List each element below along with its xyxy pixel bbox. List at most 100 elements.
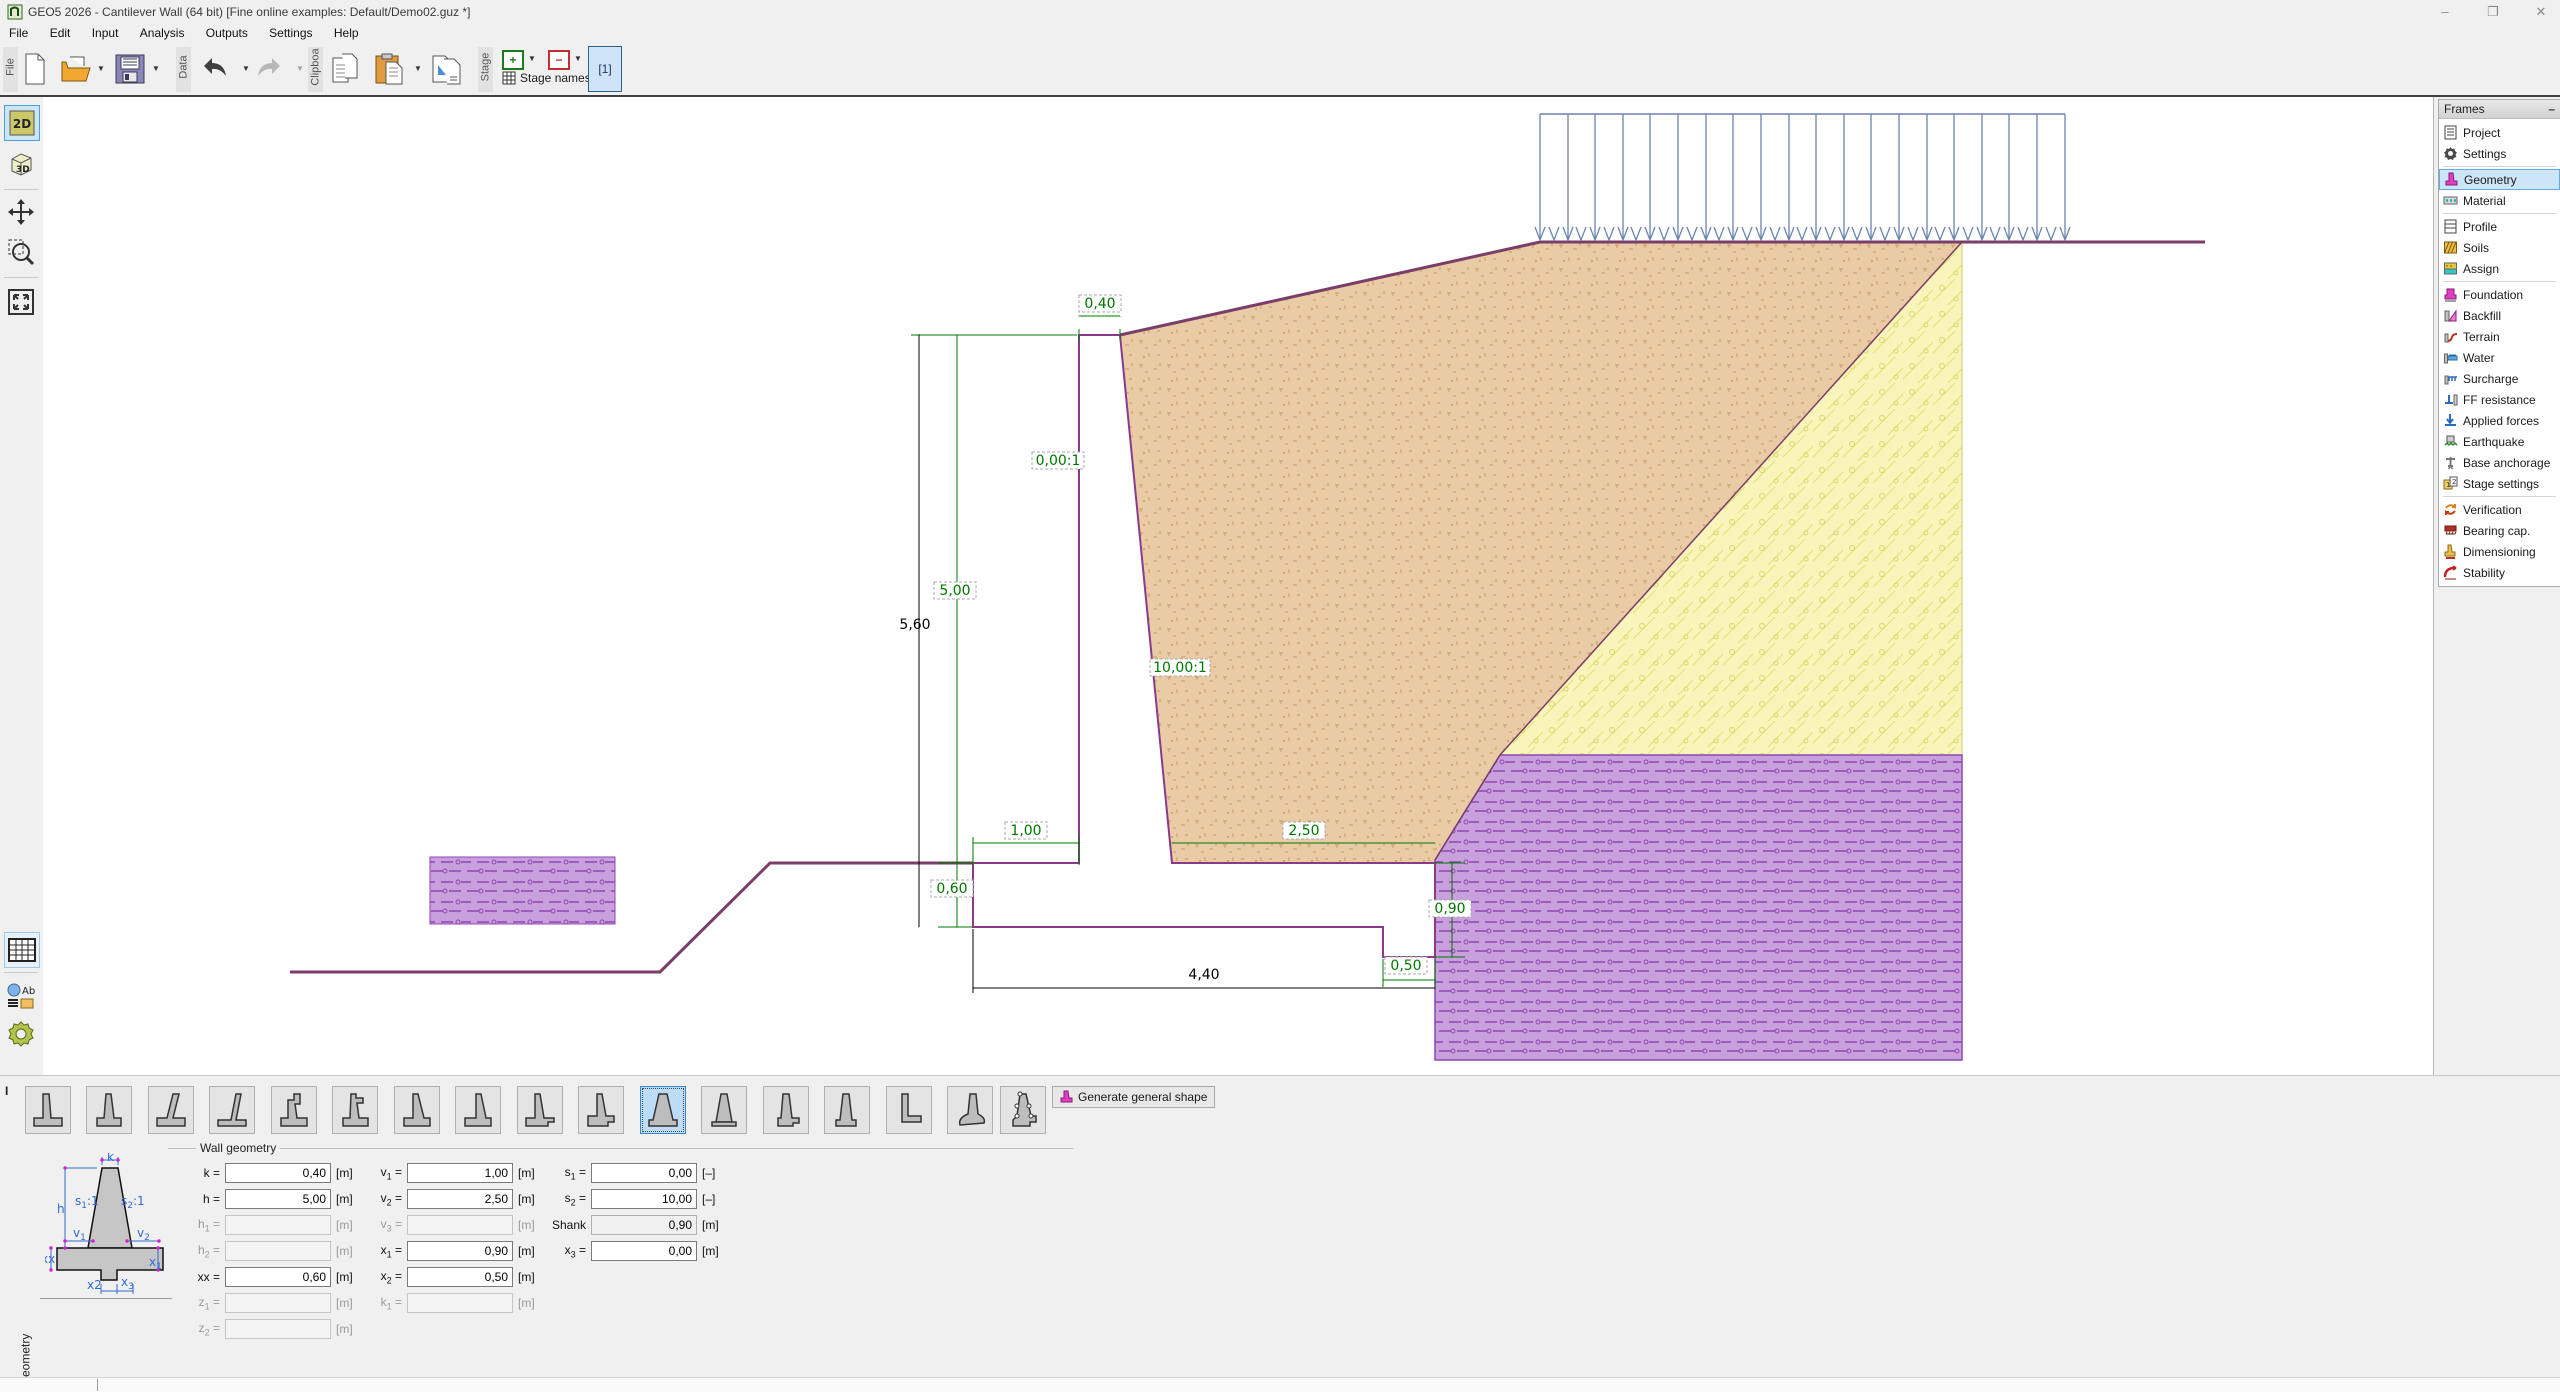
copy-button[interactable] — [328, 48, 366, 90]
frames-item-ff-resistance[interactable]: FF resistance — [2439, 389, 2560, 410]
frames-item-verification[interactable]: Verification — [2439, 499, 2560, 520]
undo-button[interactable] — [196, 48, 232, 90]
restore-button[interactable]: ❐ — [2476, 4, 2510, 20]
wall-shape-15[interactable] — [886, 1086, 932, 1134]
add-stage-caret[interactable]: ▼ — [528, 54, 536, 63]
wall-shape-17-general[interactable] — [1000, 1086, 1046, 1134]
save-dropdown-caret[interactable]: ▼ — [152, 64, 160, 73]
generate-general-shape-button[interactable]: Generate general shape — [1052, 1086, 1215, 1108]
frames-item-profile[interactable]: Profile — [2439, 216, 2560, 237]
view-3d-button[interactable]: 3D — [4, 147, 38, 181]
menu-settings[interactable]: Settings — [260, 24, 321, 42]
frames-item-terrain[interactable]: Terrain — [2439, 326, 2560, 347]
menu-file[interactable]: File — [0, 24, 37, 42]
frames-item-applied-forces[interactable]: Applied forces — [2439, 410, 2560, 431]
add-stage-button[interactable]: + — [502, 50, 524, 70]
field-x2[interactable] — [407, 1267, 513, 1287]
frames-minimize-button[interactable]: – — [2548, 102, 2555, 116]
menu-outputs[interactable]: Outputs — [197, 24, 257, 42]
field-s1[interactable] — [591, 1163, 697, 1183]
remove-stage-caret[interactable]: ▼ — [574, 54, 582, 63]
stage-names-button[interactable]: Stage names — [502, 71, 591, 85]
frames-item-water[interactable]: Water — [2439, 347, 2560, 368]
field-label-k: k = — [168, 1166, 220, 1180]
frames-item-assign[interactable]: Assign — [2439, 258, 2560, 279]
ff-resistance-icon — [2443, 392, 2458, 407]
wall-shape-6[interactable] — [332, 1086, 378, 1134]
paste-dropdown-caret[interactable]: ▼ — [414, 64, 422, 73]
redo-dropdown-caret[interactable]: ▼ — [296, 64, 304, 73]
minimize-button[interactable]: – — [2428, 4, 2462, 20]
wall-shape-12-icon — [704, 1090, 744, 1130]
field-v1[interactable] — [407, 1163, 513, 1183]
wall-shape-11-selected[interactable] — [640, 1086, 686, 1134]
wall-shape-16[interactable] — [947, 1086, 993, 1134]
undo-dropdown-caret[interactable]: ▼ — [242, 64, 250, 73]
field-label-x2: x2 = — [350, 1269, 402, 1285]
frames-item-material[interactable]: Material — [2439, 190, 2560, 211]
frames-item-backfill[interactable]: Backfill — [2439, 305, 2560, 326]
field-h[interactable] — [225, 1189, 331, 1209]
pan-button[interactable] — [4, 195, 38, 229]
field-k[interactable] — [225, 1163, 331, 1183]
wall-shape-4[interactable] — [209, 1086, 255, 1134]
zoom-button[interactable] — [4, 235, 38, 269]
fit-view-button[interactable] — [4, 285, 38, 319]
copy-picture-button[interactable] — [428, 48, 466, 90]
wall-shape-14[interactable] — [824, 1086, 870, 1134]
table-grid-icon — [8, 938, 36, 962]
frames-item-base-anchorage[interactable]: Base anchorage — [2439, 452, 2560, 473]
surcharge-load[interactable] — [1535, 114, 2070, 240]
wall-shape-7[interactable] — [394, 1086, 440, 1134]
open-file-button[interactable] — [58, 48, 94, 90]
options-button[interactable] — [4, 1017, 38, 1051]
close-button[interactable]: ✕ — [2524, 4, 2558, 20]
field-label-z2: z2 = — [168, 1321, 220, 1337]
field-x1[interactable] — [407, 1241, 513, 1261]
wall-shape-8[interactable] — [455, 1086, 501, 1134]
window-title: GEO5 2026 - Cantilever Wall (64 bit) [Fi… — [28, 5, 470, 19]
table-view-button[interactable] — [4, 932, 40, 968]
wall-shape-1[interactable] — [25, 1086, 71, 1134]
frames-item-bearing-cap[interactable]: Bearing cap. — [2439, 520, 2560, 541]
remove-stage-button[interactable]: − — [548, 50, 570, 70]
frames-item-dimensioning[interactable]: Dimensioning — [2439, 541, 2560, 562]
menu-help[interactable]: Help — [325, 24, 368, 42]
field-v2[interactable] — [407, 1189, 513, 1209]
wall-shape-13[interactable] — [763, 1086, 809, 1134]
wall-shape-5[interactable] — [271, 1086, 317, 1134]
drawing-canvas[interactable]: 0,40 5,00 5,60 0,00:1 10,00:1 1,00 2,50 … — [43, 97, 2433, 1075]
svg-text:0,50: 0,50 — [1390, 958, 1421, 974]
frames-item-soils[interactable]: Soils — [2439, 237, 2560, 258]
frames-item-foundation[interactable]: Foundation — [2439, 284, 2560, 305]
frames-item-stability[interactable]: Stability — [2439, 562, 2560, 583]
menu-analysis[interactable]: Analysis — [131, 24, 194, 42]
field-xx[interactable] — [225, 1267, 331, 1287]
geometry-wall-icon — [2444, 172, 2459, 187]
new-file-button[interactable] — [18, 48, 52, 90]
frames-item-project[interactable]: Project — [2439, 122, 2560, 143]
wall-shape-12[interactable] — [701, 1086, 747, 1134]
frames-item-geometry[interactable]: Geometry — [2439, 169, 2560, 190]
frames-item-stage-settings[interactable]: 12Stage settings — [2439, 473, 2560, 494]
menu-edit[interactable]: Edit — [41, 24, 80, 42]
drawing-settings-button[interactable]: Ab — [4, 979, 38, 1013]
view-2d-button[interactable]: 2D — [4, 105, 40, 141]
save-button[interactable] — [112, 48, 148, 90]
menu-input[interactable]: Input — [83, 24, 128, 42]
frames-item-settings[interactable]: Settings — [2439, 143, 2560, 164]
open-dropdown-caret[interactable]: ▼ — [97, 64, 105, 73]
field-label-shank: Shank — [534, 1218, 586, 1232]
wall-shape-10[interactable] — [578, 1086, 624, 1134]
frames-separator — [2443, 213, 2556, 214]
wall-shape-9[interactable] — [517, 1086, 563, 1134]
wall-shape-3[interactable] — [148, 1086, 194, 1134]
redo-button[interactable] — [252, 48, 288, 90]
frames-item-earthquake[interactable]: Earthquake — [2439, 431, 2560, 452]
frames-item-surcharge[interactable]: Surcharge — [2439, 368, 2560, 389]
paste-button[interactable] — [372, 48, 410, 90]
field-x3[interactable] — [591, 1241, 697, 1261]
wall-shape-2[interactable] — [86, 1086, 132, 1134]
stage-indicator[interactable]: [1] — [588, 46, 622, 92]
field-s2[interactable] — [591, 1189, 697, 1209]
